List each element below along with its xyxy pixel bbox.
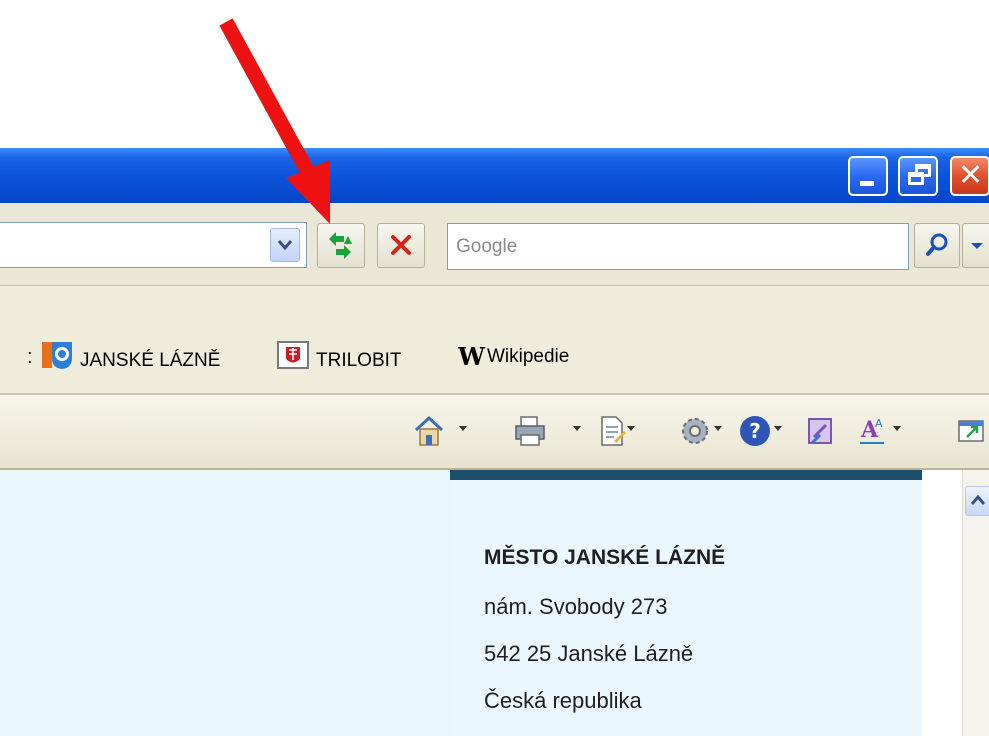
links-separator: :	[27, 346, 33, 368]
font-size-icon: A A	[860, 417, 884, 444]
minimize-button[interactable]	[848, 156, 888, 196]
search-icon	[926, 233, 948, 256]
tools-gear-icon	[682, 418, 708, 444]
page-menu-button[interactable]	[598, 413, 628, 449]
stop-button[interactable]	[377, 223, 425, 268]
print-dropdown-arrow[interactable]	[573, 426, 581, 431]
font-size-button[interactable]: A A	[856, 413, 890, 449]
window-titlebar	[0, 148, 989, 203]
svg-text:A: A	[875, 417, 883, 430]
chevron-down-icon	[277, 240, 293, 251]
janske-lazne-crest-icon	[40, 340, 74, 382]
trilobit-logo-icon	[276, 340, 310, 382]
stop-x-icon	[391, 235, 411, 255]
popout-icon	[958, 420, 984, 442]
minimize-icon	[860, 181, 874, 186]
help-button[interactable]: ?	[737, 413, 773, 449]
city-address: 542 25 Janské Lázně	[484, 641, 694, 666]
tools-dropdown-arrow[interactable]	[714, 426, 722, 431]
address-dropdown-button[interactable]	[270, 228, 300, 262]
close-icon: ✕	[958, 158, 984, 193]
close-window-button[interactable]: ✕	[950, 156, 989, 196]
link-label: JANSKÉ LÁZNĚ	[80, 350, 221, 372]
refresh-button[interactable]	[317, 223, 365, 268]
home-icon	[414, 415, 444, 446]
search-input[interactable]: Google	[447, 223, 909, 270]
page-icon	[601, 416, 626, 446]
town-name: MĚSTO JANSKÉ LÁZNĚ	[484, 546, 726, 569]
page-dropdown-arrow[interactable]	[627, 426, 635, 431]
font-dropdown-arrow[interactable]	[893, 426, 901, 431]
refresh-icon	[329, 232, 352, 259]
country: Česká republika	[484, 688, 642, 713]
scroll-up-button[interactable]	[965, 486, 989, 516]
wikipedia-w-icon: W	[458, 342, 485, 371]
home-button[interactable]	[412, 413, 446, 449]
print-icon	[515, 416, 545, 446]
link-label: TRILOBIT	[316, 350, 402, 372]
command-toolbar	[0, 395, 989, 471]
link-wikipedie[interactable]: W Wikipedie	[458, 340, 569, 374]
page-margin	[922, 470, 962, 736]
home-dropdown-arrow[interactable]	[459, 426, 467, 431]
popout-button[interactable]	[955, 413, 989, 449]
svg-text:?: ?	[749, 419, 761, 443]
address-input[interactable]	[0, 222, 307, 268]
street-address: nám. Svobody 273	[484, 594, 668, 619]
chevron-up-icon	[970, 494, 986, 505]
page-content-left	[0, 470, 450, 736]
help-dropdown-arrow[interactable]	[774, 426, 782, 431]
restore-button[interactable]	[898, 156, 938, 196]
research-icon	[808, 418, 832, 445]
print-button[interactable]	[512, 413, 548, 449]
link-janske-lazne[interactable]: JANSKÉ LÁZNĚ	[40, 340, 220, 374]
help-icon: ?	[740, 416, 770, 446]
chevron-down-icon	[971, 243, 983, 249]
search-go-button[interactable]	[914, 223, 960, 268]
search-options-button[interactable]	[962, 223, 989, 268]
research-button[interactable]	[804, 413, 838, 449]
link-trilobit[interactable]: TRILOBIT	[276, 340, 402, 374]
tools-button[interactable]	[678, 413, 712, 449]
link-label: Wikipedie	[486, 346, 570, 368]
